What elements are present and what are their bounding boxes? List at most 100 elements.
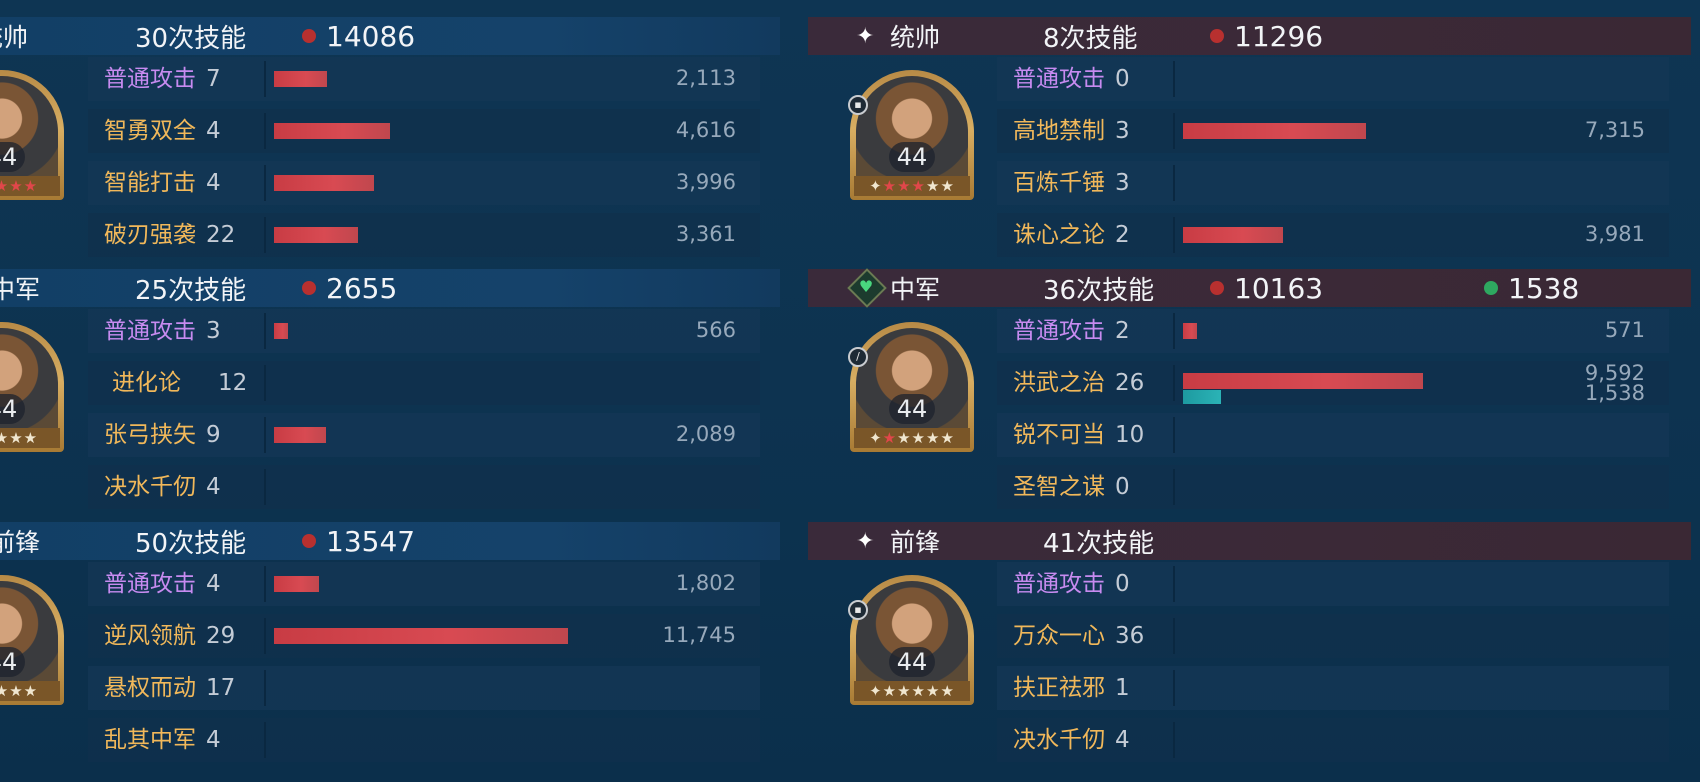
skill-name: 普通攻击 bbox=[104, 66, 196, 92]
skill-row[interactable]: 锐不可当 10 bbox=[997, 413, 1669, 457]
skill-name: 普通攻击 bbox=[104, 318, 196, 344]
row-divider bbox=[1173, 566, 1175, 602]
skill-count: 30次技能 bbox=[135, 23, 247, 54]
skill-count: 3 bbox=[1115, 170, 1130, 196]
skill-row[interactable]: 智勇双全 4 4,616 bbox=[88, 109, 760, 153]
skill-name: 智能打击 bbox=[104, 170, 196, 196]
row-divider bbox=[1173, 113, 1175, 149]
troop-type-icon: ▪ bbox=[848, 600, 868, 620]
row-divider bbox=[1173, 618, 1175, 654]
row-divider bbox=[1173, 722, 1175, 758]
skill-count: 4 bbox=[206, 727, 221, 753]
hero-portrait[interactable]: 44 ✦★★★★★ bbox=[850, 575, 974, 705]
skill-name: 悬权而动 bbox=[104, 675, 196, 701]
skill-row[interactable]: 逆风领航 29 11,745 bbox=[88, 614, 760, 658]
hero-stars: ✦★★★★★ bbox=[854, 681, 970, 701]
damage-dot-icon bbox=[1210, 281, 1224, 295]
skill-count: 4 bbox=[206, 571, 221, 597]
row-divider bbox=[264, 165, 266, 201]
skill-name: 智勇双全 bbox=[104, 118, 196, 144]
row-divider bbox=[1173, 313, 1175, 349]
hero-portrait[interactable]: 44 ★★★★★ bbox=[0, 322, 64, 452]
skill-row[interactable]: 普通攻击 0 bbox=[997, 562, 1669, 606]
skill-row[interactable]: 决水千仞 4 bbox=[88, 465, 760, 509]
skill-row[interactable]: 洪武之治 26 9,592 1,538 bbox=[997, 361, 1669, 405]
left-group-1-header: 统帅 30次技能 14086 bbox=[0, 17, 780, 55]
skill-name: 决水千仞 bbox=[1013, 727, 1105, 753]
skill-name: 诛心之论 bbox=[1013, 222, 1105, 248]
four-point-star-icon: ✦ bbox=[856, 23, 875, 49]
row-divider bbox=[264, 61, 266, 97]
heal-value: 1538 bbox=[1508, 271, 1580, 305]
damage-value: 2655 bbox=[326, 271, 398, 305]
hero-portrait[interactable]: 44 ★★★★★ bbox=[0, 575, 64, 705]
skill-name: 普通攻击 bbox=[104, 571, 196, 597]
skill-row[interactable]: 高地禁制 3 7,315 bbox=[997, 109, 1669, 153]
row-divider bbox=[264, 217, 266, 253]
damage-bar bbox=[1183, 227, 1283, 243]
hero-portrait[interactable]: 44 ✦★★★★★ bbox=[850, 70, 974, 200]
four-point-star-icon: ✦ bbox=[856, 528, 875, 554]
skill-name: 张弓挟矢 bbox=[104, 422, 196, 448]
skill-count: 29 bbox=[206, 623, 236, 649]
hero-portrait[interactable]: 44 ★★★★★ bbox=[0, 70, 64, 200]
skill-name: 普通攻击 bbox=[1013, 66, 1105, 92]
damage-value: 3,996 bbox=[675, 170, 736, 194]
damage-bar bbox=[274, 628, 568, 644]
row-divider bbox=[1173, 217, 1175, 253]
skill-name: 洪武之治 bbox=[1013, 370, 1105, 396]
skill-count: 50次技能 bbox=[135, 528, 247, 559]
skill-row[interactable]: 乱其中军 4 bbox=[88, 718, 760, 762]
skill-count: 1 bbox=[1115, 675, 1130, 701]
skill-row[interactable]: 决水千仞 4 bbox=[997, 718, 1669, 762]
damage-bar bbox=[1183, 323, 1198, 339]
damage-total: 11296 bbox=[1210, 20, 1323, 53]
damage-value: 1,802 bbox=[675, 571, 736, 595]
skill-row[interactable]: 破刃强袭 22 3,361 bbox=[88, 213, 760, 257]
skill-row[interactable]: 普通攻击 2 571 bbox=[997, 309, 1669, 353]
skill-row[interactable]: 进化论 12 bbox=[88, 361, 760, 405]
right-group-3-header: ✦ 前锋 41次技能 bbox=[808, 522, 1691, 560]
skill-row[interactable]: 普通攻击 0 bbox=[997, 57, 1669, 101]
skill-name: 百炼千锤 bbox=[1013, 170, 1105, 196]
damage-bar bbox=[274, 576, 320, 592]
hero-stars: ★★★★★ bbox=[0, 176, 60, 196]
skill-count: 12 bbox=[218, 370, 248, 396]
hero-stars: ★★★★★ bbox=[0, 681, 60, 701]
row-divider bbox=[264, 469, 266, 505]
skill-name: 普通攻击 bbox=[1013, 571, 1105, 597]
skill-row[interactable]: 万众一心 36 bbox=[997, 614, 1669, 658]
row-divider bbox=[1173, 670, 1175, 706]
skill-row[interactable]: 扶正祛邪 1 bbox=[997, 666, 1669, 710]
row-divider bbox=[264, 618, 266, 654]
skill-count: 36 bbox=[1115, 623, 1145, 649]
right-group-1-header: ✦ 统帅 8次技能 11296 bbox=[808, 17, 1691, 55]
row-divider bbox=[264, 365, 266, 401]
left-group-3-header: 前锋 50次技能 13547 bbox=[0, 522, 780, 560]
skill-row[interactable]: 百炼千锤 3 bbox=[997, 161, 1669, 205]
skill-row[interactable]: 张弓挟矢 9 2,089 bbox=[88, 413, 760, 457]
hero-portrait[interactable]: 44 ✦★★★★★ bbox=[850, 322, 974, 452]
skill-row[interactable]: 智能打击 4 3,996 bbox=[88, 161, 760, 205]
skill-row[interactable]: 普通攻击 4 1,802 bbox=[88, 562, 760, 606]
skill-row[interactable]: 普通攻击 3 566 bbox=[88, 309, 760, 353]
damage-value: 3,361 bbox=[675, 222, 736, 246]
skill-name: 圣智之谋 bbox=[1013, 474, 1105, 500]
damage-value: 7,315 bbox=[1584, 118, 1645, 142]
damage-bar bbox=[274, 227, 359, 243]
skill-row[interactable]: 诛心之论 2 3,981 bbox=[997, 213, 1669, 257]
skill-count: 22 bbox=[206, 222, 236, 248]
skill-count: 2 bbox=[1115, 222, 1130, 248]
skill-count: 25次技能 bbox=[135, 275, 247, 306]
skill-count: 2 bbox=[1115, 318, 1130, 344]
skill-row[interactable]: 悬权而动 17 bbox=[88, 666, 760, 710]
skill-row[interactable]: 圣智之谋 0 bbox=[997, 465, 1669, 509]
skill-name: 普通攻击 bbox=[1013, 318, 1105, 344]
damage-value: 11,745 bbox=[662, 623, 736, 647]
skill-count: 26 bbox=[1115, 370, 1145, 396]
skill-row[interactable]: 普通攻击 7 2,113 bbox=[88, 57, 760, 101]
skill-count: 4 bbox=[206, 474, 221, 500]
hero-stars: ✦★★★★★ bbox=[854, 428, 970, 448]
row-divider bbox=[264, 113, 266, 149]
skill-name: 扶正祛邪 bbox=[1013, 675, 1105, 701]
